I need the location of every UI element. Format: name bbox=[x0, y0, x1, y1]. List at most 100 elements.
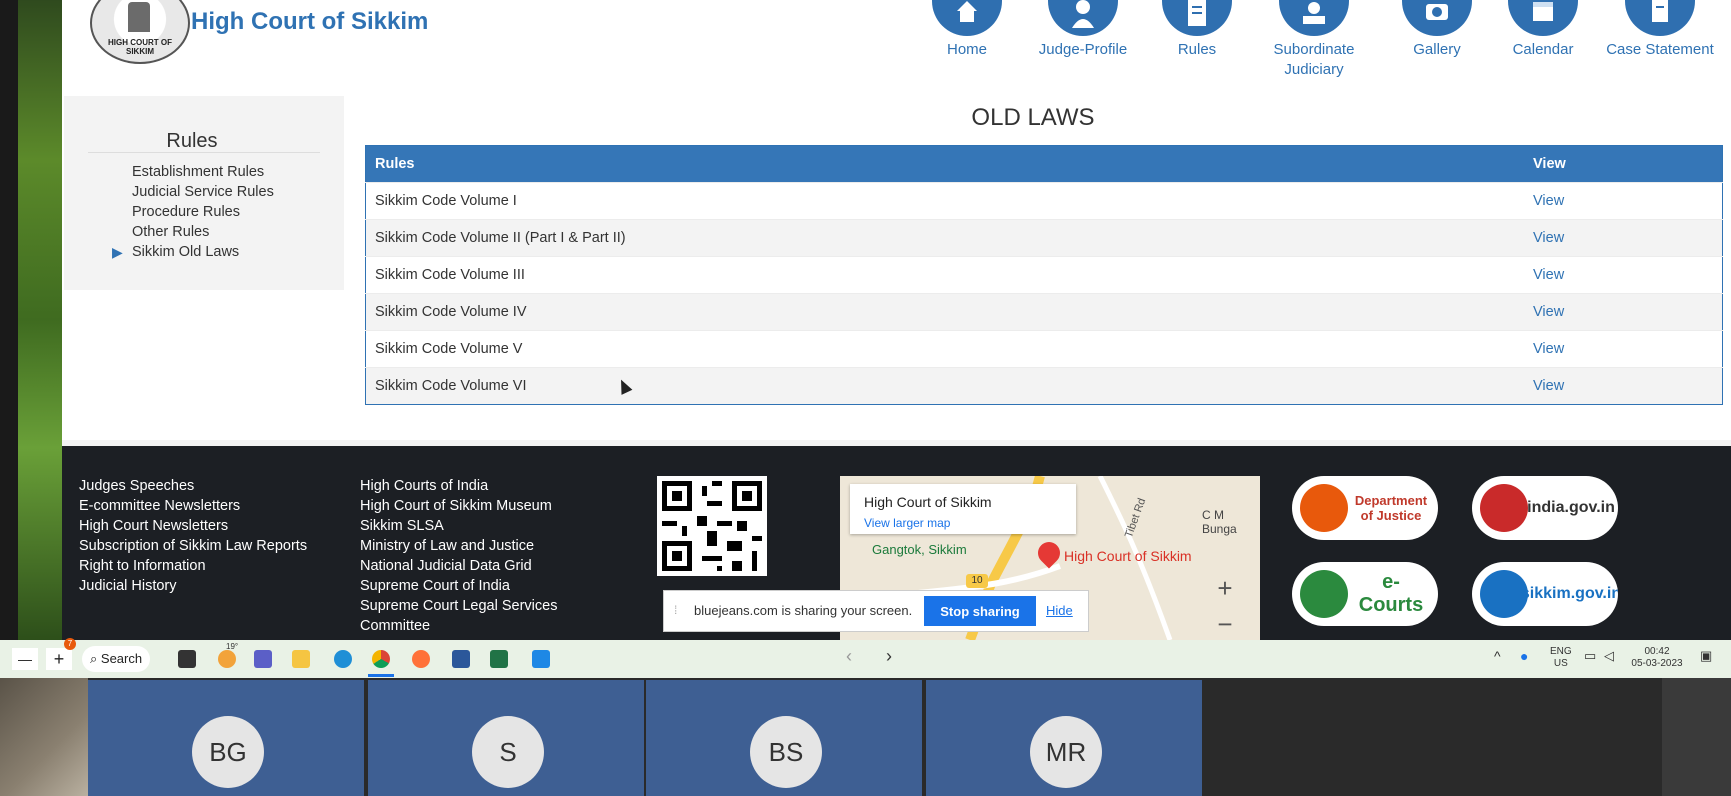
network-icon[interactable]: ▭ bbox=[1584, 649, 1596, 662]
self-video-tile[interactable] bbox=[0, 678, 88, 796]
view-larger-map-link[interactable]: View larger map bbox=[864, 516, 950, 530]
footer-link[interactable]: Supreme Court of India bbox=[360, 576, 557, 596]
word-icon[interactable] bbox=[452, 650, 470, 668]
site-title[interactable]: High Court of Sikkim bbox=[191, 8, 428, 36]
sidebar-item-procedure-rules[interactable]: Procedure Rules bbox=[132, 202, 274, 222]
badge-text: e-Courts bbox=[1358, 571, 1424, 616]
stop-sharing-button[interactable]: Stop sharing bbox=[924, 596, 1036, 626]
lang-bottom: US bbox=[1553, 658, 1568, 669]
hide-link[interactable]: Hide bbox=[1046, 603, 1073, 618]
footer-link[interactable]: Sikkim SLSA bbox=[360, 516, 557, 536]
badge-text: sikkim.gov.in bbox=[1520, 585, 1618, 602]
footer-link[interactable]: National Judicial Data Grid bbox=[360, 556, 557, 576]
map-city-label: Gangtok, Sikkim bbox=[872, 542, 967, 557]
clock[interactable]: 00:42 05-03-2023 bbox=[1624, 646, 1690, 670]
department-of-justice-badge[interactable]: Department of Justice bbox=[1292, 476, 1438, 540]
edge-icon[interactable] bbox=[334, 650, 352, 668]
nav-calendar[interactable]: Calendar bbox=[1498, 0, 1588, 60]
footer-link[interactable]: Supreme Court Legal Services bbox=[360, 596, 557, 616]
chevron-up-icon[interactable]: ^ bbox=[1494, 649, 1501, 663]
file-explorer-icon[interactable] bbox=[292, 650, 310, 668]
drag-handle-icon[interactable]: ⁞ bbox=[674, 603, 677, 617]
map-zoom-in-button[interactable]: + bbox=[1208, 572, 1242, 604]
microphone-icon[interactable]: ● bbox=[1520, 649, 1528, 663]
footer-link[interactable]: Judicial History bbox=[79, 576, 307, 596]
add-icon[interactable]: + bbox=[46, 648, 72, 670]
sidebar-item-judicial-service-rules[interactable]: Judicial Service Rules bbox=[132, 182, 274, 202]
table-row: Sikkim Code Volume IV View bbox=[365, 293, 1723, 331]
view-link[interactable]: View bbox=[1524, 219, 1723, 257]
view-link[interactable]: View bbox=[1524, 293, 1723, 331]
language-indicator[interactable]: ENG US bbox=[1550, 646, 1572, 670]
nav-judge-profile[interactable]: Judge-Profile bbox=[1028, 0, 1138, 60]
avatar: BG bbox=[192, 716, 264, 788]
rule-name: Sikkim Code Volume VI bbox=[365, 367, 1524, 405]
ecourts-badge[interactable]: e-Courts bbox=[1292, 562, 1438, 626]
court-icon bbox=[1279, 0, 1349, 36]
nav-label: Home bbox=[946, 41, 987, 58]
avatar: MR bbox=[1030, 716, 1102, 788]
map-place-label: High Court of Sikkim bbox=[1064, 548, 1192, 564]
share-message: bluejeans.com is sharing your screen. bbox=[694, 603, 913, 618]
sidebar-item-establishment-rules[interactable]: Establishment Rules bbox=[132, 162, 274, 182]
footer-link[interactable]: Committee bbox=[360, 616, 557, 636]
sikkim-gov-badge[interactable]: sikkim.gov.in bbox=[1472, 562, 1618, 626]
windows-taskbar: — + 7 ⌕ Search 19° ‹ › ^ ● ENG US ▭ ◁ 00… bbox=[0, 638, 1731, 678]
footer-link[interactable]: Subscription of Sikkim Law Reports bbox=[79, 536, 307, 556]
footer-link[interactable]: High Court Newsletters bbox=[79, 516, 307, 536]
table-row: Sikkim Code Volume VI View bbox=[365, 367, 1723, 405]
firefox-icon[interactable] bbox=[412, 650, 430, 668]
nav-label: Gallery bbox=[1413, 41, 1461, 58]
minimize-icon[interactable]: — bbox=[12, 648, 38, 670]
nav-rules[interactable]: Rules bbox=[1152, 0, 1242, 60]
weather-icon[interactable] bbox=[218, 650, 236, 668]
notifications-icon[interactable]: ▣ bbox=[1700, 649, 1712, 662]
taskbar-search[interactable]: ⌕ Search bbox=[82, 646, 150, 672]
qr-code bbox=[657, 476, 767, 576]
nav-home[interactable]: Home bbox=[922, 0, 1012, 60]
table-header-row: Rules View bbox=[365, 145, 1723, 183]
rule-name: Sikkim Code Volume II (Part I & Part II) bbox=[365, 219, 1524, 257]
teams-icon[interactable] bbox=[254, 650, 272, 668]
participant-tile[interactable]: MR bbox=[926, 680, 1202, 796]
badge-text: Department of Justice bbox=[1354, 493, 1428, 523]
participant-tile[interactable]: BG bbox=[88, 680, 364, 796]
nav-subordinate-judiciary[interactable]: Subordinate Judiciary bbox=[1254, 0, 1374, 80]
nav-gallery[interactable]: Gallery bbox=[1392, 0, 1482, 60]
sidebar-item-other-rules[interactable]: Other Rules bbox=[132, 222, 274, 242]
participant-tile[interactable]: S bbox=[368, 680, 644, 796]
footer-link[interactable]: Ministry of Law and Justice bbox=[360, 536, 557, 556]
time: 00:42 bbox=[1644, 646, 1670, 657]
chrome-icon[interactable] bbox=[372, 650, 390, 668]
court-emblem-logo[interactable]: HIGH COURT OF SIKKIM bbox=[90, 0, 190, 64]
participant-tile[interactable]: BS bbox=[646, 680, 922, 796]
active-app-indicator bbox=[368, 674, 394, 677]
task-view-icon[interactable] bbox=[178, 650, 196, 668]
footer-links-left: Judges Speeches E-committee Newsletters … bbox=[79, 476, 307, 596]
view-link[interactable]: View bbox=[1524, 182, 1723, 220]
view-link[interactable]: View bbox=[1524, 330, 1723, 368]
footer-link[interactable]: Judges Speeches bbox=[79, 476, 307, 496]
chevron-left-icon[interactable]: ‹ bbox=[846, 646, 852, 667]
view-link[interactable]: View bbox=[1524, 256, 1723, 294]
chevron-right-icon[interactable]: › bbox=[886, 646, 892, 667]
judge-icon bbox=[1048, 0, 1118, 36]
sidebar-divider bbox=[88, 152, 320, 153]
view-link[interactable]: View bbox=[1524, 367, 1723, 405]
document-app-icon[interactable] bbox=[532, 650, 550, 668]
footer-link[interactable]: High Courts of India bbox=[360, 476, 557, 496]
excel-icon[interactable] bbox=[490, 650, 508, 668]
footer-link[interactable]: High Court of Sikkim Museum bbox=[360, 496, 557, 516]
rule-name: Sikkim Code Volume I bbox=[365, 182, 1524, 220]
sidebar-item-sikkim-old-laws[interactable]: Sikkim Old Laws bbox=[112, 242, 274, 262]
map-zoom-out-button[interactable]: − bbox=[1208, 608, 1242, 640]
footer-link[interactable]: Right to Information bbox=[79, 556, 307, 576]
browser-page: HIGH COURT OF SIKKIM High Court of Sikki… bbox=[62, 0, 1731, 640]
nav-case-statement[interactable]: Case Statement bbox=[1600, 0, 1720, 60]
participants-strip: BG S BS MR bbox=[0, 678, 1731, 796]
india-gov-badge[interactable]: india.gov.in bbox=[1472, 476, 1618, 540]
footer-link[interactable]: E-committee Newsletters bbox=[79, 496, 307, 516]
volume-icon[interactable]: ◁ bbox=[1604, 649, 1614, 662]
nav-label: Case Statement bbox=[1606, 41, 1714, 58]
lang-top: ENG bbox=[1550, 646, 1572, 657]
